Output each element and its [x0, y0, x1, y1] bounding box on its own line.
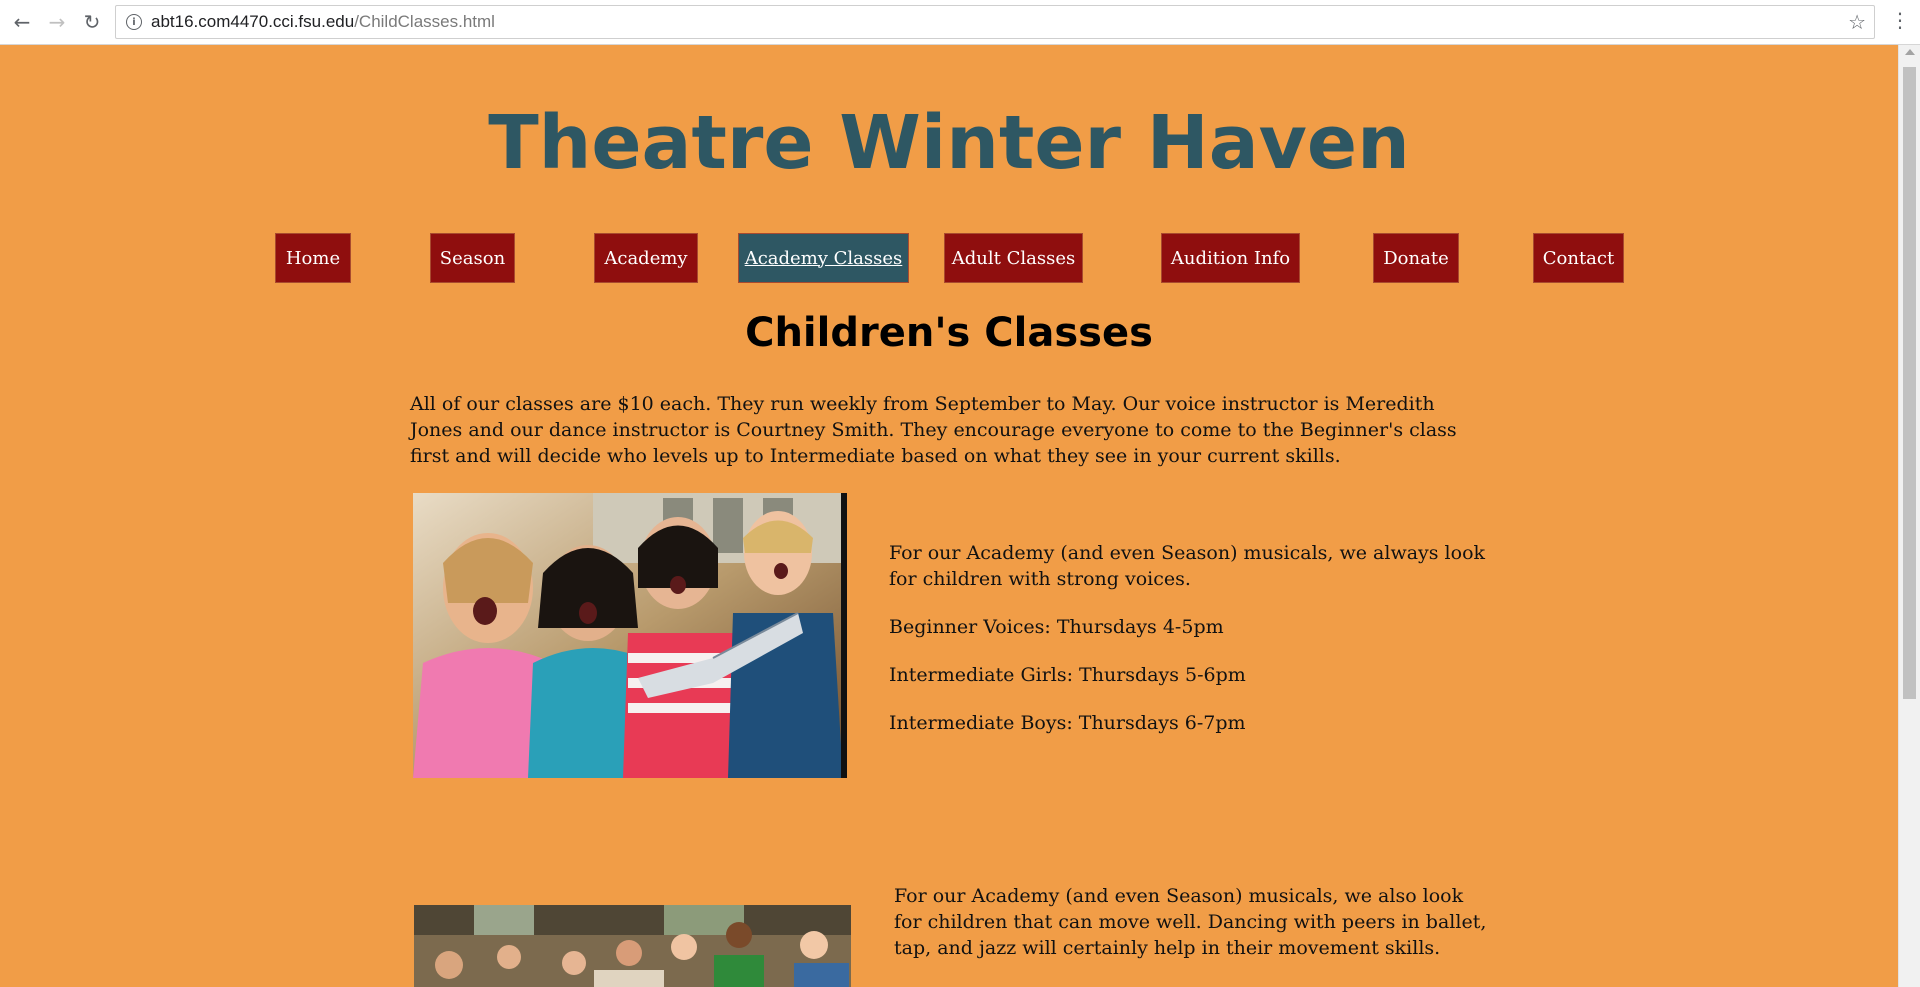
nav-academy-classes[interactable]: Academy Classes [739, 234, 908, 282]
class-intermediate-boys: Intermediate Boys: Thursdays 6-7pm [889, 712, 1246, 734]
forward-arrow-icon[interactable]: → [43, 8, 71, 36]
bookmark-star-icon[interactable]: ☆ [1848, 10, 1866, 34]
page-heading: Children's Classes [745, 310, 1153, 356]
scroll-up-arrow-icon[interactable] [1905, 49, 1915, 55]
class-intermediate-girls: Intermediate Girls: Thursdays 5-6pm [889, 664, 1246, 686]
site-info-icon[interactable]: i [126, 14, 142, 30]
intro-paragraph: All of our classes are $10 each. They ru… [410, 393, 1457, 467]
class-beginner-voices: Beginner Voices: Thursdays 4-5pm [889, 616, 1224, 638]
nav-season[interactable]: Season [431, 234, 514, 282]
nav-academy[interactable]: Academy [595, 234, 697, 282]
site-title: Theatre Winter Haven [488, 100, 1410, 186]
children-dancing-photo [414, 905, 851, 987]
reload-icon[interactable]: ↻ [78, 8, 106, 36]
nav-adult-classes[interactable]: Adult Classes [945, 234, 1082, 282]
back-arrow-icon[interactable]: ← [8, 8, 36, 36]
browser-toolbar: ← → ↻ i abt16.com4470.cci.fsu.edu/ChildC… [0, 0, 1920, 45]
voice-description: For our Academy (and even Season) musica… [889, 542, 1486, 590]
nav-donate[interactable]: Donate [1374, 234, 1458, 282]
dance-classes-section: For our Academy (and even Season) musica… [894, 883, 1494, 961]
url-text[interactable]: abt16.com4470.cci.fsu.edu/ChildClasses.h… [151, 12, 495, 32]
scroll-thumb[interactable] [1903, 67, 1916, 699]
url-host: abt16.com4470.cci.fsu.edu [151, 12, 355, 31]
nav-home[interactable]: Home [276, 234, 350, 282]
main-nav: Home Season Academy Academy Classes Adul… [0, 234, 1898, 282]
page-scrollbar[interactable] [1898, 45, 1920, 987]
address-bar[interactable]: i abt16.com4470.cci.fsu.edu/ChildClasses… [115, 5, 1875, 39]
nav-contact[interactable]: Contact [1534, 234, 1623, 282]
browser-menu-icon[interactable]: ⋮ [1888, 8, 1912, 36]
voice-classes-section: For our Academy (and even Season) musica… [889, 540, 1489, 758]
children-singing-photo [413, 493, 847, 778]
dance-description: For our Academy (and even Season) musica… [894, 885, 1487, 959]
url-path: /ChildClasses.html [354, 12, 495, 31]
nav-audition-info[interactable]: Audition Info [1162, 234, 1299, 282]
